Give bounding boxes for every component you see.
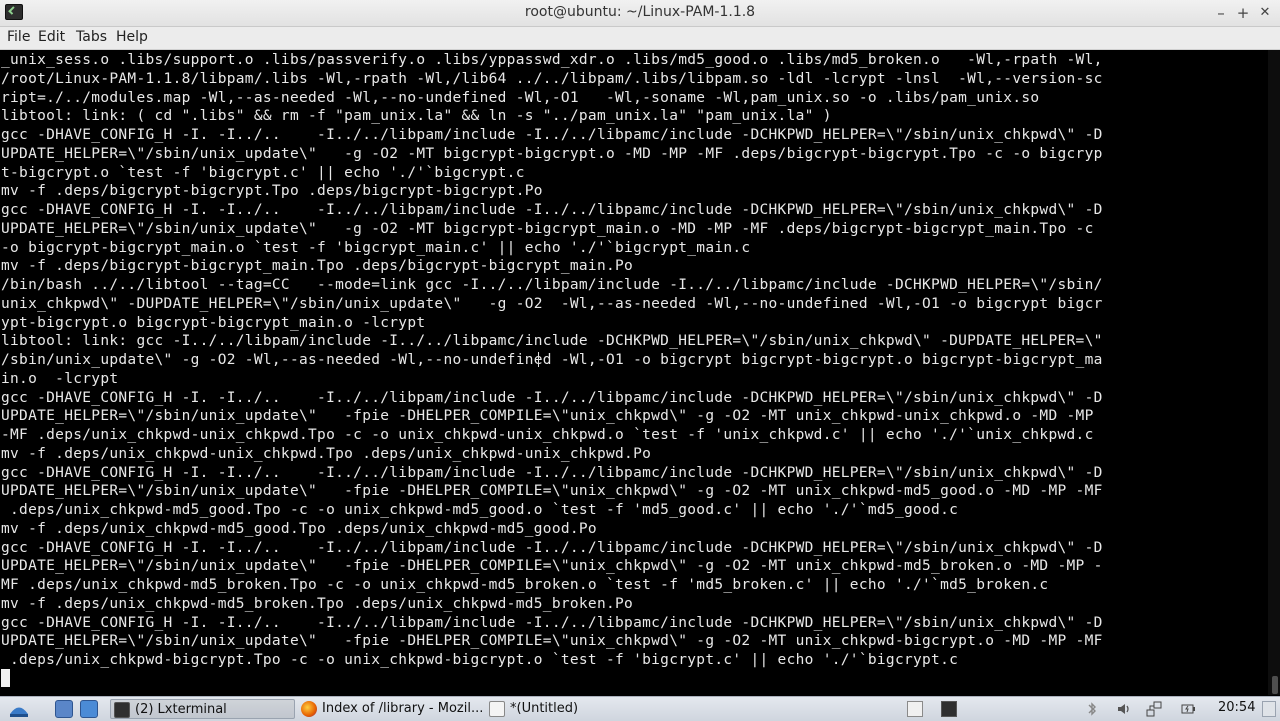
- terminal-line: unix_chkpwd\" -DUPDATE_HELPER=\"/sbin/un…: [1, 295, 1103, 312]
- network-icon[interactable]: [1146, 701, 1162, 717]
- terminal-line: /sbin/unix_update\" -g -O2 -Wl,--as-need…: [1, 352, 1103, 368]
- terminal-line: gcc -DHAVE_CONFIG_H -I. -I../.. -I../../…: [1, 539, 1103, 556]
- terminal-scrollbar[interactable]: [1268, 50, 1280, 695]
- terminal-line: /bin/bash ../../libtool --tag=CC --mode=…: [1, 277, 1103, 293]
- terminal-line: .deps/unix_chkpwd-md5_good.Tpo -c -o uni…: [1, 502, 959, 518]
- task-label: (2) Lxterminal: [135, 702, 227, 717]
- task-label: *(Untitled): [510, 701, 579, 716]
- task-text-editor[interactable]: *(Untitled): [486, 699, 671, 719]
- show-desktop-icon[interactable]: [55, 700, 73, 718]
- terminal-line: mv -f .deps/unix_chkpwd-md5_broken.Tpo .…: [1, 595, 634, 612]
- terminal-line: libtool: link: ( cd ".libs" && rm -f "pa…: [1, 108, 832, 125]
- terminal-line: t-bigcrypt.o `test -f 'bigcrypt.c' || ec…: [1, 164, 525, 181]
- task-firefox[interactable]: Index of /library - Mozil...: [298, 699, 483, 719]
- terminal-line: mv -f .deps/unix_chkpwd-md5_good.Tpo .de…: [1, 520, 597, 537]
- terminal-line: UPDATE_HELPER=\"/sbin/unix_update\" -fpi…: [1, 408, 1094, 425]
- terminal-line: libtool: link: gcc -I../../libpam/includ…: [1, 333, 1103, 350]
- terminal-icon: [114, 702, 130, 718]
- clipboard-icon[interactable]: [907, 701, 923, 717]
- terminal-line: UPDATE_HELPER=\"/sbin/unix_update\" -g -…: [1, 145, 1103, 162]
- task-label: Index of /library - Mozil...: [322, 701, 483, 716]
- terminal-line: MF .deps/unix_chkpwd-md5_broken.Tpo -c -…: [1, 577, 1049, 593]
- terminal-line: -o bigcrypt-bigcrypt_main.o `test -f 'bi…: [1, 239, 751, 256]
- terminal-line: UPDATE_HELPER=\"/sbin/unix_update\" -fpi…: [1, 633, 1103, 650]
- terminal-line: gcc -DHAVE_CONFIG_H -I. -I../.. -I../../…: [1, 389, 1103, 406]
- terminal-line: .deps/unix_chkpwd-bigcrypt.Tpo -c -o uni…: [1, 652, 959, 668]
- menu-edit[interactable]: Edit: [36, 29, 67, 45]
- file-manager-icon[interactable]: [80, 700, 98, 718]
- minimize-button[interactable]: –: [1211, 3, 1231, 23]
- terminal-line: gcc -DHAVE_CONFIG_H -I. -I../.. -I../../…: [1, 614, 1103, 631]
- show-desktop-corner-icon[interactable]: [1262, 701, 1276, 717]
- terminal-line: -MF .deps/unix_chkpwd-unix_chkpwd.Tpo -c…: [1, 427, 1094, 443]
- terminal-line: _unix_sess.o .libs/support.o .libs/passv…: [1, 52, 1103, 68]
- start-menu-icon[interactable]: [8, 699, 30, 719]
- window-titlebar[interactable]: root@ubuntu: ~/Linux-PAM-1.1.8 – + ✕: [0, 0, 1280, 27]
- terminal-line: /root/Linux-PAM-1.1.8/libpam/.libs -Wl,-…: [1, 70, 1103, 87]
- task-lxterminal[interactable]: (2) Lxterminal: [110, 699, 295, 719]
- terminal-line: ript=./../modules.map -Wl,--as-needed -W…: [1, 89, 1040, 106]
- terminal-line: mv -f .deps/bigcrypt-bigcrypt.Tpo .deps/…: [1, 183, 543, 200]
- terminal-cursor: [1, 669, 10, 687]
- volume-icon[interactable]: [1116, 701, 1132, 717]
- clock: 20:54: [1218, 700, 1256, 715]
- battery-icon[interactable]: [1180, 701, 1196, 717]
- terminal-tray-icon[interactable]: [941, 701, 957, 717]
- text-cursor-icon: [538, 352, 541, 367]
- terminal-line: gcc -DHAVE_CONFIG_H -I. -I../.. -I../../…: [1, 127, 1103, 143]
- terminal-line: ypt-bigcrypt.o bigcrypt-bigcrypt_main.o …: [1, 314, 426, 331]
- menu-help[interactable]: Help: [114, 29, 150, 45]
- terminal-line: in.o -lcrypt: [1, 370, 119, 387]
- terminal-line: mv -f .deps/bigcrypt-bigcrypt_main.Tpo .…: [1, 258, 634, 275]
- firefox-icon: [301, 701, 317, 717]
- close-button[interactable]: ✕: [1255, 3, 1275, 23]
- menu-tabs[interactable]: Tabs: [74, 29, 109, 45]
- terminal-line: UPDATE_HELPER=\"/sbin/unix_update\" -g -…: [1, 220, 1094, 237]
- bluetooth-icon[interactable]: [1084, 701, 1100, 717]
- terminal-line: mv -f .deps/unix_chkpwd-unix_chkpwd.Tpo …: [1, 445, 652, 462]
- taskbar: (2) Lxterminal Index of /library - Mozil…: [0, 696, 1280, 721]
- menu-file[interactable]: File: [5, 29, 32, 45]
- text-editor-icon: [489, 701, 505, 717]
- maximize-button[interactable]: +: [1233, 3, 1253, 23]
- window-title: root@ubuntu: ~/Linux-PAM-1.1.8: [524, 4, 756, 20]
- scrollbar-thumb[interactable]: [1272, 676, 1278, 694]
- terminal-line: gcc -DHAVE_CONFIG_H -I. -I../.. -I../../…: [1, 202, 1103, 218]
- terminal-line: gcc -DHAVE_CONFIG_H -I. -I../.. -I../../…: [1, 464, 1103, 481]
- terminal-line: UPDATE_HELPER=\"/sbin/unix_update\" -fpi…: [1, 483, 1103, 500]
- terminal-line: UPDATE_HELPER=\"/sbin/unix_update\" -fpi…: [1, 558, 1103, 575]
- terminal-output[interactable]: .deps/unix_chkpwd-bigcrypt.Tpo -c -o uni…: [0, 50, 1268, 695]
- menu-bar: File Edit Tabs Help: [0, 27, 1280, 50]
